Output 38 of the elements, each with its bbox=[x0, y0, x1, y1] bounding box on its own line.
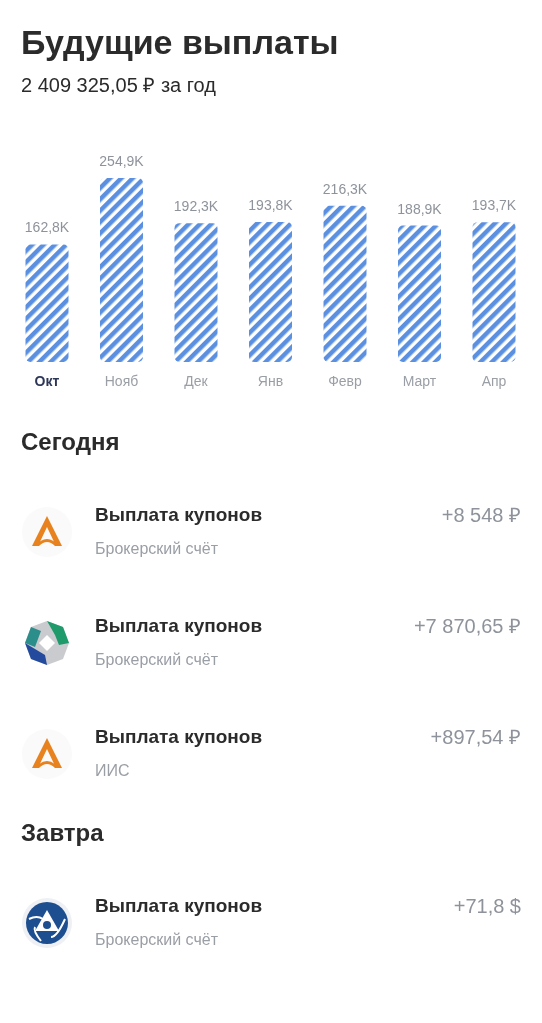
month-label[interactable]: Окт bbox=[34, 373, 60, 389]
section-heading: Завтра bbox=[20, 818, 105, 848]
bar[interactable] bbox=[100, 177, 143, 362]
payment-amount: +7 870,65 ₽ bbox=[413, 614, 521, 639]
payment-amount: +71,8 $ bbox=[453, 894, 521, 919]
payment-amount: +8 548 ₽ bbox=[441, 503, 521, 528]
month-label[interactable]: Март bbox=[402, 373, 437, 389]
account-name: Брокерский счёт bbox=[95, 649, 219, 670]
bar-value: 216,3K bbox=[322, 180, 368, 197]
month-label[interactable]: Дек bbox=[184, 373, 208, 389]
bar-value: 193,8K bbox=[248, 197, 293, 214]
account-name: ИИС bbox=[95, 760, 131, 781]
yearly-total: 2 409 325,05 ₽ за год bbox=[21, 73, 217, 98]
account-name: Брокерский счёт bbox=[95, 929, 219, 950]
bar[interactable] bbox=[472, 222, 516, 362]
payment-title: Выплата купонов bbox=[95, 614, 263, 638]
month-label[interactable]: Апр bbox=[481, 373, 507, 389]
payment-title: Выплата купонов bbox=[95, 894, 263, 918]
payment-amount: +897,54 ₽ bbox=[430, 725, 521, 750]
page-title: Будущие выплаты bbox=[21, 22, 340, 63]
bar[interactable] bbox=[249, 222, 292, 362]
bar[interactable] bbox=[25, 244, 69, 362]
atom-logo-icon bbox=[21, 897, 73, 949]
bar[interactable] bbox=[323, 205, 367, 362]
month-label[interactable]: Янв bbox=[257, 373, 284, 389]
bar-value: 188,9K bbox=[397, 200, 442, 217]
bar-value: 254,9K bbox=[99, 152, 144, 169]
month-label[interactable]: Нояб bbox=[104, 373, 139, 389]
bar-value: 192,3K bbox=[173, 198, 219, 215]
payment-title: Выплата купонов bbox=[95, 725, 263, 749]
section-heading: Сегодня bbox=[20, 427, 121, 457]
bar-value: 162,8K bbox=[24, 219, 70, 236]
month-label[interactable]: Февр bbox=[328, 373, 362, 389]
payment-title: Выплата купонов bbox=[95, 503, 263, 527]
bar[interactable] bbox=[398, 225, 441, 362]
account-name: Брокерский счёт bbox=[95, 538, 219, 559]
bar[interactable] bbox=[174, 223, 218, 362]
bar-value: 193,7K bbox=[471, 197, 517, 214]
